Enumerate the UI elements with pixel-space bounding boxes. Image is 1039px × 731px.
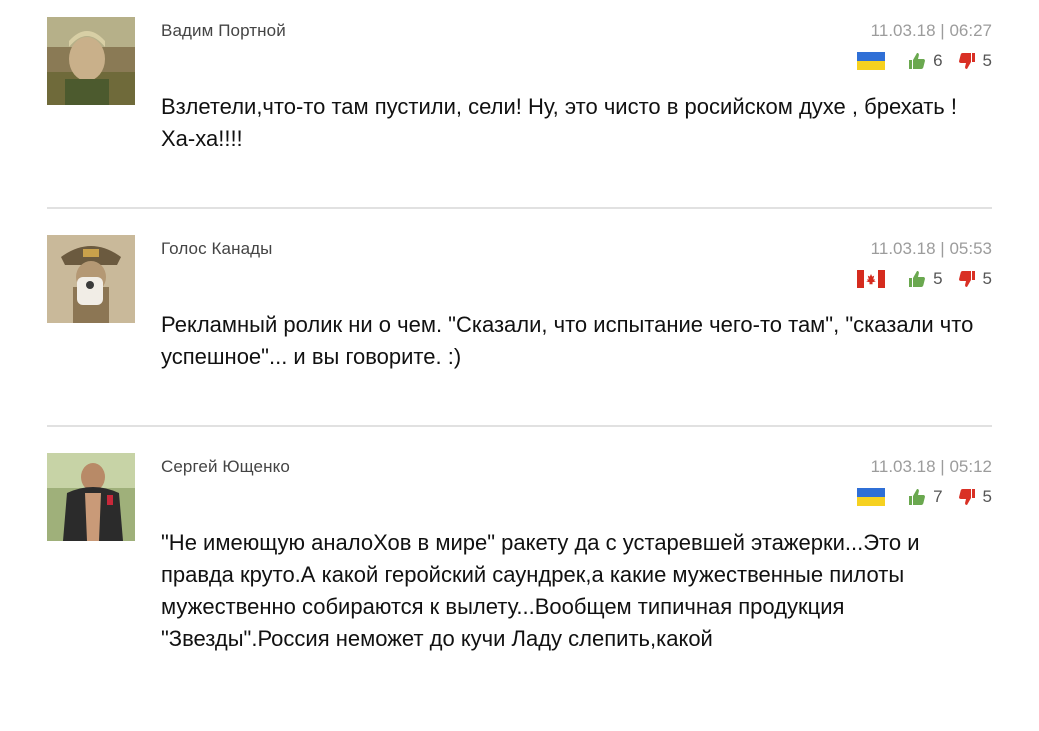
- like-count: 7: [933, 487, 943, 506]
- comment-text: Взлетели,что-то там пустили, сели! Ну, э…: [161, 94, 957, 151]
- thumbs-up-icon: [907, 269, 927, 289]
- dislike-button[interactable]: 5: [957, 51, 992, 71]
- like-button[interactable]: 6: [907, 51, 943, 71]
- thumbs-down-icon: [957, 269, 977, 289]
- like-count: 5: [933, 269, 943, 288]
- avatar[interactable]: [47, 235, 135, 323]
- comment-author[interactable]: Голос Канады: [161, 239, 272, 259]
- like-button[interactable]: 7: [907, 487, 943, 507]
- thumbs-up-icon: [907, 51, 927, 71]
- ukraine-flag-icon: [857, 52, 886, 70]
- comment-divider: [47, 425, 992, 427]
- avatar[interactable]: [47, 17, 135, 105]
- canada-flag-icon: [857, 270, 886, 288]
- comment-text: "Не имеющую аналоХов в мире" ракету да с…: [161, 530, 920, 651]
- dislike-button[interactable]: 5: [957, 487, 992, 507]
- dislike-count: 5: [982, 269, 992, 288]
- comment-meta: 5 5: [857, 268, 992, 290]
- comment-author[interactable]: Вадим Портной: [161, 21, 286, 41]
- dislike-button[interactable]: 5: [957, 269, 992, 289]
- ukraine-flag-icon: [857, 488, 886, 506]
- thumbs-down-icon: [957, 51, 977, 71]
- comment-date: 11.03.18 | 05:12: [870, 457, 992, 476]
- thumbs-up-icon: [907, 487, 927, 507]
- dislike-count: 5: [982, 51, 992, 70]
- dislike-count: 5: [982, 487, 992, 506]
- thumbs-down-icon: [957, 487, 977, 507]
- avatar[interactable]: [47, 453, 135, 541]
- comment-author[interactable]: Сергей Ющенко: [161, 457, 290, 477]
- comment-meta: 6 5: [857, 50, 992, 72]
- like-count: 6: [933, 51, 943, 70]
- comment-date: 11.03.18 | 05:53: [870, 239, 992, 258]
- comment-date: 11.03.18 | 06:27: [870, 21, 992, 40]
- comment-text: Рекламный ролик ни о чем. "Сказали, что …: [161, 312, 974, 369]
- comment-divider: [47, 207, 992, 209]
- comment-meta: 7 5: [857, 486, 992, 508]
- like-button[interactable]: 5: [907, 269, 943, 289]
